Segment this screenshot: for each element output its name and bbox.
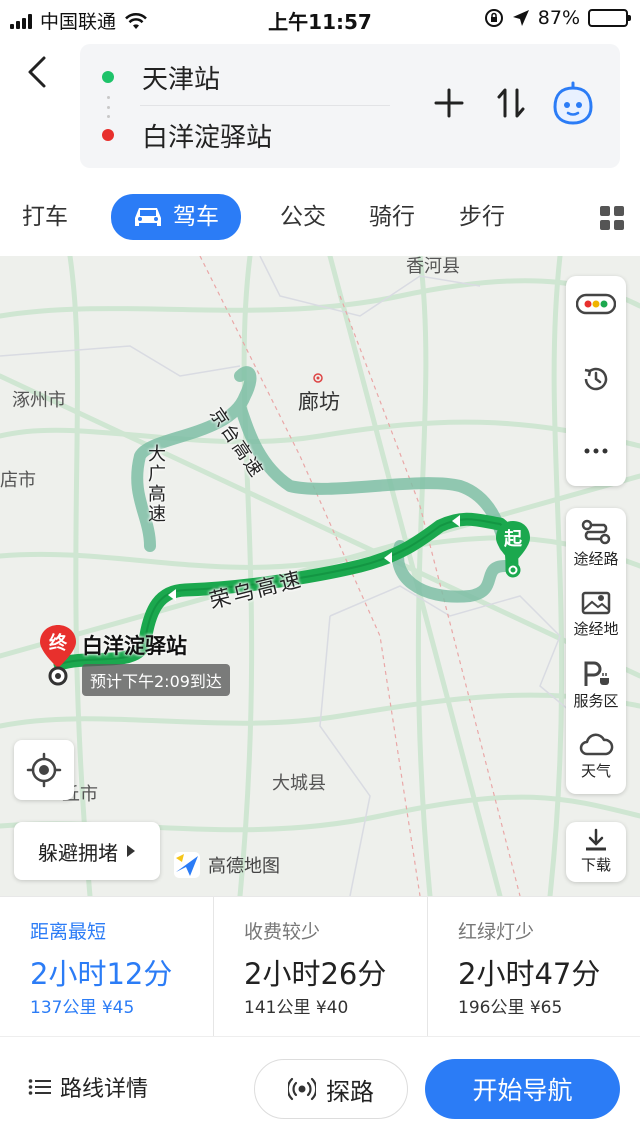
more-modes-grid-icon[interactable] [600,206,624,230]
start-marker[interactable]: 起 [494,520,532,578]
route-details-label: 路线详情 [60,1077,149,1102]
map-label-xianghe: 香河县 [406,256,460,277]
end-point-map-label: 白洋淀驿站 [82,634,187,658]
waypoint-road-icon [581,519,611,545]
weather-button[interactable]: 天气 [566,730,626,781]
route-option-title: 红绿灯少 [458,921,535,943]
start-marker-text: 起 [504,529,522,550]
back-arrow-icon[interactable] [20,52,56,92]
route-option-fewlights[interactable]: 红绿灯少 2小时47分 196公里 ¥65 [427,897,640,1037]
car-icon [135,208,161,226]
waypoint-place-button[interactable]: 途经地 [566,588,626,639]
more-tools-button[interactable] [566,436,626,468]
waypoint-place-label: 途经地 [573,620,619,638]
end-marker[interactable]: 终 [38,624,78,686]
locate-crosshair-icon [26,752,62,788]
waypoint-place-icon [581,591,611,615]
weather-label: 天气 [580,762,611,780]
route-details-button[interactable]: 路线详情 [28,1071,148,1103]
start-navigation-button[interactable]: 开始导航 [425,1059,620,1119]
route-divider [140,105,390,106]
map-label-langfang: 廊坊 [298,390,340,414]
tab-drive-label: 驾车 [173,204,219,230]
tab-taxi[interactable]: 打车 [22,196,68,238]
more-dots-icon [584,448,608,454]
eta-label: 预计下午2:09到达 [82,664,230,696]
battery-icon [588,9,631,27]
route-option-lowtoll[interactable]: 收费较少 2小时26分 141公里 ¥40 [213,897,426,1037]
probe-route-label: 探路 [326,1077,374,1106]
end-marker-text: 终 [49,633,67,654]
add-waypoint-icon[interactable] [430,84,468,122]
start-point-label: 天津站 [142,64,221,95]
map-tools-card [566,276,626,486]
route-input-panel: 天津站 白洋淀驿站 [80,44,620,168]
locate-button[interactable] [14,740,74,800]
tab-bus[interactable]: 公交 [280,196,326,238]
tabs-fade [550,208,580,228]
probe-route-button[interactable]: 探路 [254,1059,408,1119]
list-icon [28,1079,51,1095]
traffic-light-icon [576,293,616,315]
battery-percent: 87% [537,7,580,29]
route-option-meta: 137公里 ¥45 [30,998,135,1018]
route-option-duration: 2小时26分 [244,957,387,991]
amap-logo-text: 高德地图 [208,856,280,877]
download-label: 下载 [580,856,611,874]
map-view[interactable]: 香河县 廊坊 涿州市 店市 大城县 丘市 京台高速 大广高速 荣乌高速 起 终 … [0,256,640,896]
radar-icon [288,1077,316,1101]
route-option-meta: 141公里 ¥40 [244,998,349,1018]
map-label-dacheng: 大城县 [272,773,326,794]
tab-bike[interactable]: 骑行 [369,196,415,238]
route-option-shortest[interactable]: 距离最短 2小时12分 137公里 ¥45 [0,897,213,1037]
download-item: 下载 [566,828,626,875]
swap-route-icon[interactable] [492,84,530,122]
download-button[interactable]: 下载 [566,822,626,882]
location-arrow-icon [512,10,529,26]
route-option-meta: 196公里 ¥65 [458,998,563,1018]
end-dot-icon [102,129,114,141]
waypoint-road-button[interactable]: 途经路 [566,518,626,569]
waypoint-road-label: 途经路 [573,550,619,568]
start-dot-icon [102,71,114,83]
route-option-title: 距离最短 [30,921,107,943]
service-area-button[interactable]: 服务区 [566,660,626,711]
map-label-dianshi: 店市 [0,470,36,491]
triangle-right-icon [127,845,135,857]
route-tools-card: 途经路 途经地 服务区 天气 [566,508,626,794]
rotation-lock-icon [484,9,503,27]
status-bar: 中国联通 上午11:57 87% [0,0,640,40]
route-option-duration: 2小时47分 [458,957,601,991]
history-button[interactable] [566,364,626,396]
assistant-avatar-icon[interactable] [550,80,596,126]
travel-mode-tabs: 打车 驾车 公交 骑行 步行 [0,190,640,244]
history-clock-icon [584,367,608,391]
status-right: 87% [484,7,631,29]
service-area-icon [584,661,609,686]
road-label-dagaung: 大广高速 [145,444,166,524]
start-point-field[interactable]: 天津站 [102,52,220,102]
map-label-zhuozhou: 涿州市 [12,390,66,411]
avoid-congestion-button[interactable]: 躲避拥堵 [14,822,160,880]
bottom-actions: 路线详情 探路 开始导航 [0,1036,640,1138]
traffic-toggle[interactable] [566,292,626,318]
amap-logo-icon [174,852,200,878]
tab-drive[interactable]: 驾车 [111,194,241,240]
route-option-duration: 2小时12分 [30,957,173,991]
cloud-icon [579,733,614,756]
end-point-field[interactable]: 白洋淀驿站 [102,110,272,160]
route-options: 距离最短 2小时12分 137公里 ¥45 收费较少 2小时26分 141公里 … [0,896,640,1037]
download-icon [586,828,606,851]
avoid-congestion-label: 躲避拥堵 [38,840,118,865]
amap-logo: 高德地图 [172,850,280,880]
route-option-title: 收费较少 [244,921,321,943]
end-point-label: 白洋淀驿站 [142,122,273,153]
service-area-label: 服务区 [573,692,619,710]
tab-walk[interactable]: 步行 [459,196,505,238]
